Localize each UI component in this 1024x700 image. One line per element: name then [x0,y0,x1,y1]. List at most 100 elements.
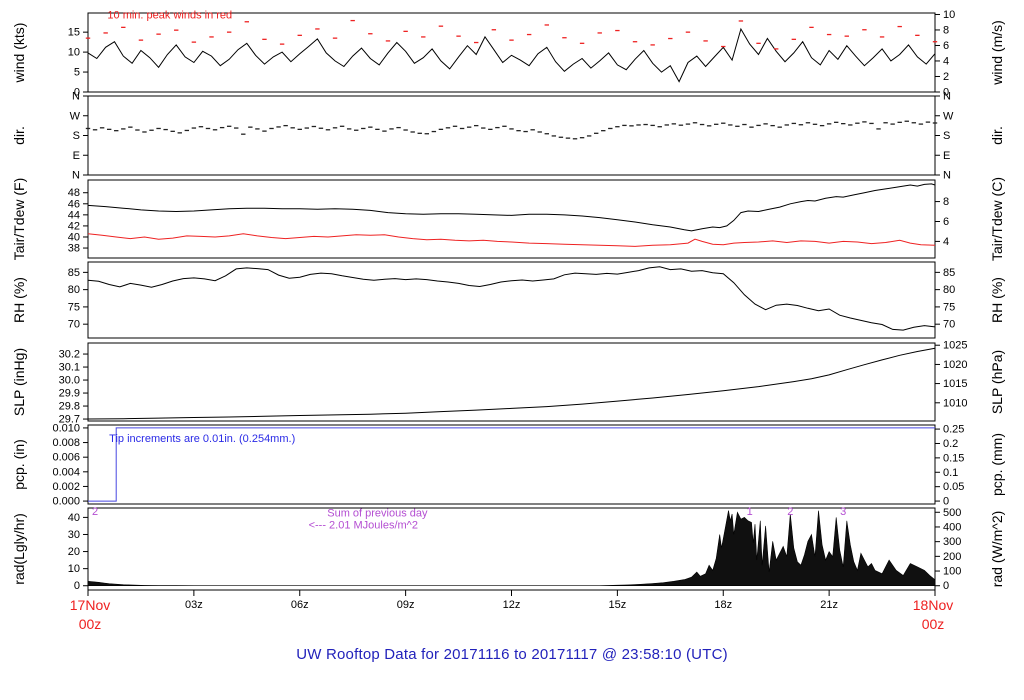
left-tick-label: W [70,110,81,122]
start-date-label: 00z [79,616,102,632]
meteogram-canvas: 0510150246810wind (kts) wind (m/s)10 min.… [11,9,1005,632]
axis-title-left-precipitation: pcp. (in) [11,439,27,490]
right-tick-label: W [943,110,954,122]
left-tick-label: 46 [68,198,80,210]
right-tick-label: 80 [943,284,955,296]
axis-title-left-radiation: rad(Lgly/hr) [11,513,27,585]
right-tick-label: 6 [943,216,949,228]
x-tick-label: 21z [820,599,838,611]
left-tick-label: 75 [68,301,80,313]
annotation: 2 [787,506,793,518]
right-tick-label: 500 [943,507,961,519]
annotation: Tip increments are 0.01in. (0.254mm.) [109,433,295,445]
left-tick-label: 48 [68,187,80,199]
right-tick-label: 0.05 [943,481,964,493]
annotation: <--- 2.01 MJoules/m^2 [309,520,418,532]
panel-wind-box [87,12,936,93]
annotation: 2 [92,506,98,518]
end-date-label: 00z [922,616,945,632]
start-date-label: 17Nov [70,597,110,613]
right-tick-label: 0.25 [943,424,964,436]
right-tick-label: 6 [943,40,949,52]
left-tick-label: 20 [68,546,80,558]
x-tick-label: 03z [185,599,203,611]
right-tick-label: 0.1 [943,467,958,479]
left-tick-label: 0.004 [52,466,80,478]
right-tick-label: 1025 [943,340,967,352]
right-tick-label: 1020 [943,359,967,371]
right-tick-label: S [943,130,950,142]
axis-title-right-pressure: SLP (hPa) [989,350,1005,414]
panel-direction-box [87,95,936,176]
series-rh [87,266,936,331]
axis-title-right-wind: wind (m/s) [989,20,1005,86]
end-date-label: 18Nov [913,597,953,613]
right-tick-label: 1010 [943,397,967,409]
right-tick-label: 400 [943,521,961,533]
series-tair [87,183,936,232]
left-tick-label: 0.006 [52,452,80,464]
left-tick-label: 40 [68,512,80,524]
left-tick-label: 0 [74,580,80,592]
x-tick-label: 15z [609,599,627,611]
left-tick-label: 70 [68,319,80,331]
axis-title-left-wind: wind (kts) [11,23,27,84]
right-tick-label: 200 [943,551,961,563]
left-tick-label: 30.0 [59,375,80,387]
right-tick-label: 4 [943,55,949,67]
left-tick-label: E [73,150,80,162]
right-tick-label: 4 [943,236,949,248]
right-tick-label: 10 [943,9,955,21]
series-wind-avg [87,27,936,83]
left-tick-label: 30.1 [59,362,80,374]
chart-title: UW Rooftop Data for 20171116 to 20171117… [296,646,728,663]
annotation: 10 min. peak winds in red [107,10,232,22]
annotation: 3 [840,506,846,518]
x-tick-label: 18z [714,599,732,611]
axis-title-left-pressure: SLP (inHg) [11,348,27,416]
left-tick-label: 30.2 [59,349,80,361]
left-tick-label: 0.010 [52,422,80,434]
axis-title-left-temperature: Tair/Tdew (F) [11,178,27,260]
x-tick-label: 12z [503,599,521,611]
panel-temperature-box [87,179,936,259]
annotation: Sum of previous day [327,508,428,520]
right-tick-label: 85 [943,267,955,279]
right-tick-label: 75 [943,301,955,313]
axis-title-right-direction: dir. [989,126,1005,145]
x-tick-label: 09z [397,599,415,611]
right-tick-label: 300 [943,536,961,548]
left-tick-label: 29.8 [59,401,80,413]
meteogram-figure: 0 5 10 15 0 2 4 6 8 10 wind (kts) wind (m/s) 10 min.… [0,0,1024,700]
right-tick-label: 0 [943,580,949,592]
right-tick-label: 8 [943,24,949,36]
axis-title-right-radiation: rad (W/m^2) [989,511,1005,588]
annotation: 1 [747,506,753,518]
axis-title-right-precipitation: pcp. (mm) [989,433,1005,496]
series-tdew [87,233,936,247]
left-tick-label: N [72,91,80,103]
left-tick-label: S [73,130,80,142]
right-tick-label: 0 [943,496,949,508]
axis-title-left-direction: dir. [11,126,27,145]
left-tick-label: 0.002 [52,481,80,493]
series-slp [87,347,936,420]
left-tick-label: 0.000 [52,496,80,508]
left-tick-label: 30 [68,529,80,541]
series-solar-rad [87,510,936,586]
axis-title-right-temperature: Tair/Tdew (C) [989,177,1005,261]
panel-humidity-box [87,261,936,339]
right-tick-label: 0.2 [943,438,958,450]
left-tick-label: 0.008 [52,437,80,449]
right-tick-label: 0.15 [943,452,964,464]
right-tick-label: N [943,170,951,182]
right-tick-label: 1015 [943,378,967,390]
left-tick-label: 10 [68,563,80,575]
left-tick-label: 85 [68,267,80,279]
left-tick-label: 40 [68,231,80,243]
x-tick-label: 06z [291,599,309,611]
left-tick-label: 42 [68,220,80,232]
left-tick-label: 15 [68,27,80,39]
left-tick-label: 38 [68,243,80,255]
left-tick-label: 44 [68,209,80,221]
